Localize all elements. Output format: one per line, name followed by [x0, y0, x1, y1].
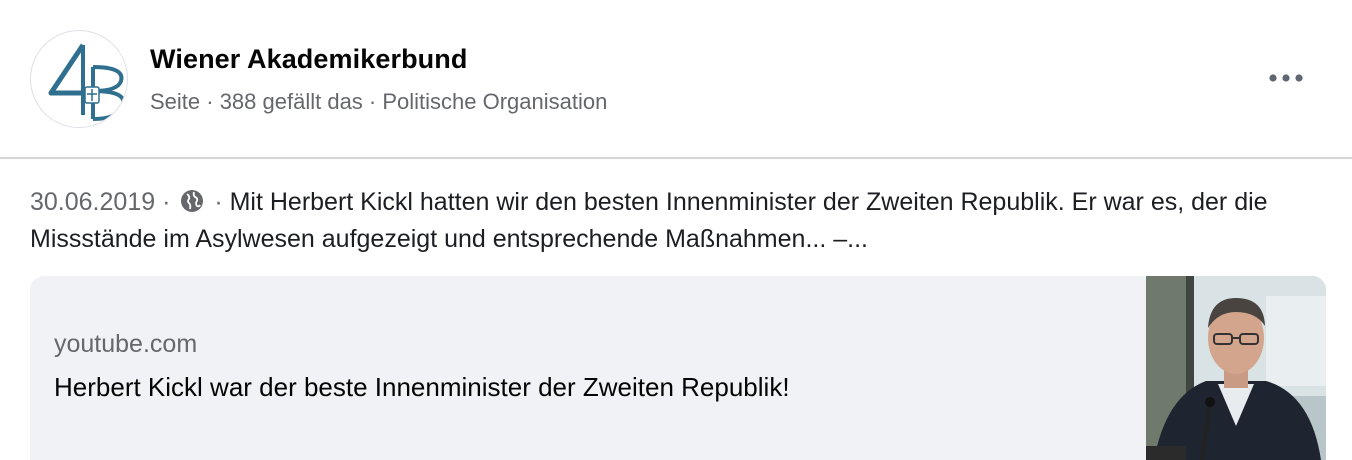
thumbnail-image [1146, 276, 1326, 460]
post-body: 30.06.2019 · · Mit Herbert Kickl hatten … [30, 184, 1310, 258]
video-thumbnail[interactable] [1146, 276, 1326, 460]
page-name-link[interactable]: Wiener Akademikerbund [150, 44, 467, 75]
separator: · [214, 188, 223, 216]
page-avatar[interactable] [30, 30, 128, 128]
link-title[interactable]: Herbert Kickl war der beste Innenministe… [54, 372, 790, 403]
page-meta: Seite · 388 gefällt das · Politische Org… [150, 89, 608, 114]
link-domain: youtube.com [54, 330, 198, 358]
globe-icon [181, 190, 204, 212]
more-dots-icon [1269, 74, 1303, 82]
post-date-link[interactable]: 30.06.2019 [30, 188, 155, 216]
post-header: Wiener Akademikerbund Seite · 388 gefäll… [0, 0, 1352, 158]
more-options-button[interactable] [1262, 62, 1310, 94]
wab-logo-icon [32, 32, 127, 127]
link-preview-card[interactable]: youtube.com Herbert Kickl war der beste … [30, 276, 1326, 460]
header-divider [0, 157, 1352, 159]
separator: · [162, 188, 171, 216]
